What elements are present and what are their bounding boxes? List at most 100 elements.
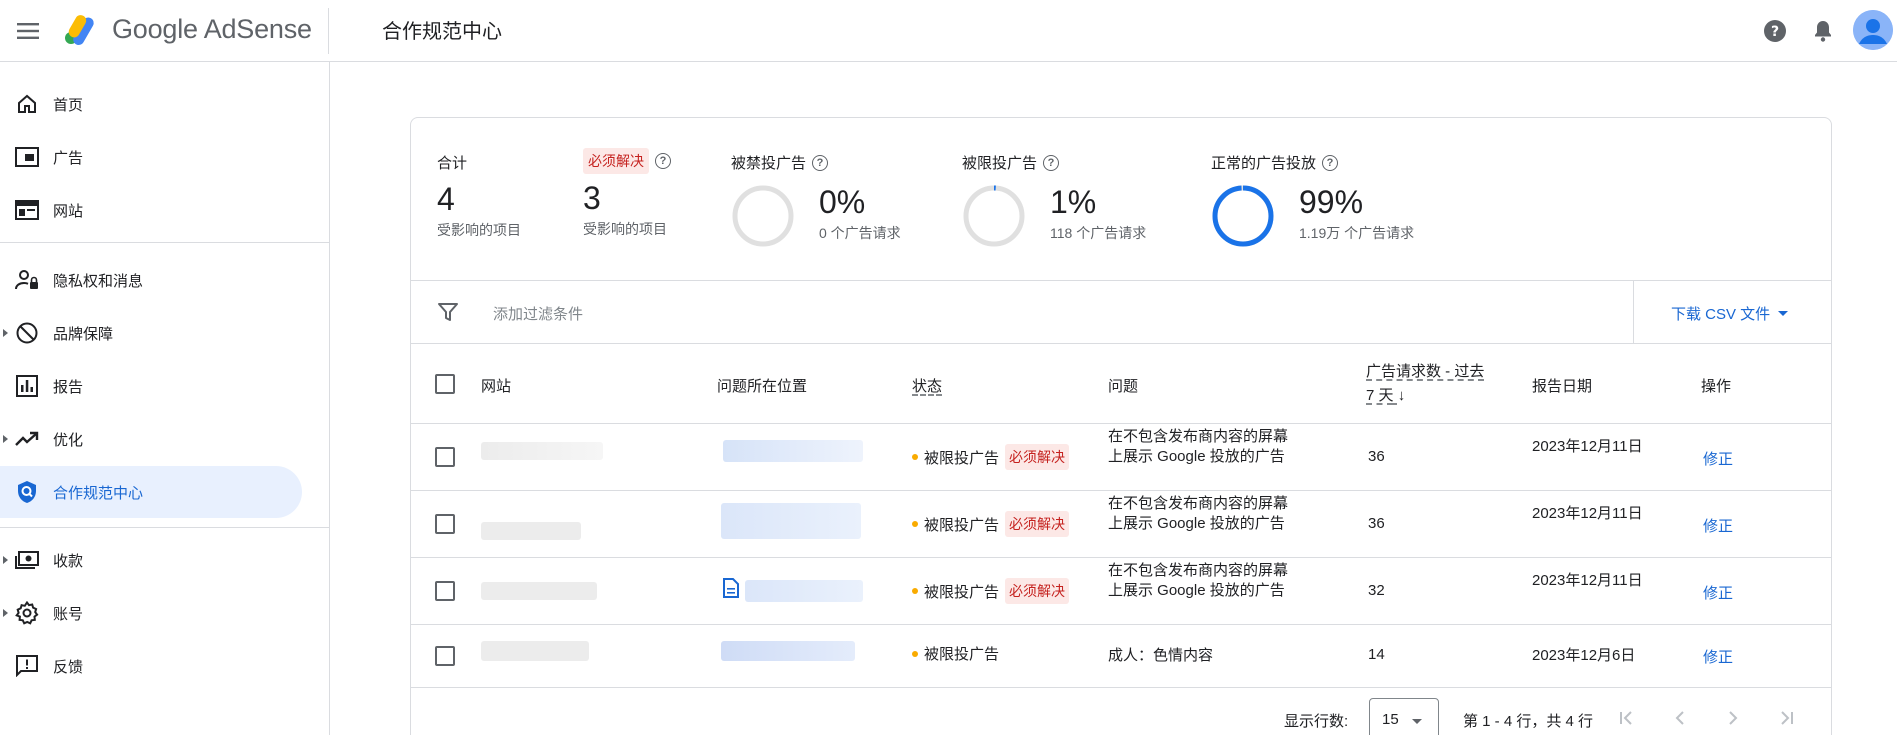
first-page-icon[interactable] (1613, 704, 1641, 732)
redacted-site (481, 641, 589, 661)
notification-bell-icon[interactable] (1807, 15, 1839, 47)
warning-dot-icon (912, 588, 918, 594)
header-status[interactable]: 状态 (912, 375, 942, 396)
row-checkbox[interactable] (435, 646, 455, 666)
add-filter-input[interactable]: 添加过滤条件 (493, 303, 583, 324)
sidebar-item-label: 广告 (53, 149, 84, 167)
account-avatar[interactable] (1853, 10, 1893, 50)
rows-per-page-label: 显示行数: (1284, 713, 1349, 730)
must-fix-badge: 必须解决 (1005, 444, 1070, 470)
next-page-icon[interactable] (1719, 704, 1747, 732)
summary-normal-sub: 1.19万 个广告请求 (1299, 225, 1415, 241)
redacted-location-link[interactable] (721, 641, 855, 661)
adsense-logo-icon[interactable] (62, 10, 102, 50)
brand-product: AdSense (203, 14, 312, 44)
expand-caret-icon (3, 609, 8, 617)
previous-page-icon[interactable] (1666, 704, 1694, 732)
sidebar-item-sites[interactable]: 网站 (0, 184, 302, 236)
table-row[interactable]: 被限投广告 必须解决 在不包含发布商内容的屏幕上展示 Google 投放的广告 … (411, 491, 1831, 558)
sidebar-item-privacy[interactable]: 隐私权和消息 (0, 254, 302, 306)
fix-link[interactable]: 修正 (1703, 646, 1733, 667)
sidebar-item-label: 优化 (53, 431, 84, 449)
help-icon[interactable]: ? (1759, 15, 1791, 47)
warning-dot-icon (912, 650, 918, 657)
last-page-icon[interactable] (1772, 704, 1800, 732)
sidebar-item-optimize[interactable]: 优化 (0, 413, 302, 465)
header-divider (328, 8, 329, 54)
row-checkbox[interactable] (435, 581, 455, 601)
filter-icon[interactable] (437, 301, 459, 328)
status-text: 被限投广告 (924, 583, 1000, 601)
sidebar-item-label: 隐私权和消息 (53, 272, 144, 290)
table-header: 网站 问题所在位置 状态 问题 广告请求数 - 过去 7 天 ↓ 报告日期 操作 (411, 344, 1831, 424)
must-fix-badge: 必须解决 (583, 148, 649, 174)
sidebar-item-brand-safety[interactable]: 品牌保障 (0, 307, 302, 359)
status-cell: 被限投广告 必须解决 (912, 444, 1070, 470)
normal-progress-ring (1212, 185, 1274, 247)
fix-link[interactable]: 修正 (1703, 448, 1733, 469)
table-row[interactable]: 被限投广告 必须解决 在不包含发布商内容的屏幕上展示 Google 投放的广告 … (411, 558, 1831, 625)
report-icon (14, 373, 40, 399)
sidebar-divider (0, 527, 330, 528)
sidebar-item-label: 收款 (53, 552, 84, 570)
fix-link[interactable]: 修正 (1703, 515, 1733, 536)
summary-banned-sub: 0 个广告请求 (819, 225, 901, 241)
sidebar-item-account[interactable]: 账号 (0, 587, 302, 639)
summary-must-fix-sub: 受影响的项目 (583, 221, 667, 237)
must-fix-badge: 必须解决 (1005, 578, 1070, 604)
rows-per-page-select[interactable]: 15 (1369, 698, 1439, 735)
menu-icon[interactable] (14, 17, 42, 45)
header-date[interactable]: 报告日期 (1532, 375, 1592, 396)
summary-normal-values: 99% 1.19万 个广告请求 (1299, 184, 1414, 243)
help-circle-icon[interactable]: ? (1043, 154, 1060, 171)
header-site[interactable]: 网站 (481, 375, 511, 396)
download-csv-label: 下载 CSV 文件 (1671, 306, 1771, 323)
sidebar-item-label: 网站 (53, 202, 84, 220)
table-row[interactable]: 被限投广告 成人：色情内容 14 2023年12月6日 修正 (411, 625, 1831, 688)
help-circle-icon[interactable]: ? (812, 154, 829, 171)
brand-name[interactable]: Google AdSense (112, 14, 312, 45)
row-checkbox[interactable] (435, 447, 455, 467)
report-date: 2023年12月6日 (1532, 647, 1636, 664)
header-location[interactable]: 问题所在位置 (717, 375, 807, 396)
header-issue[interactable]: 问题 (1108, 375, 1138, 396)
download-csv-button[interactable]: 下载 CSV 文件 (1671, 303, 1789, 324)
redacted-site (481, 442, 603, 460)
sidebar-item-label: 账号 (53, 605, 84, 623)
sidebar-item-feedback[interactable]: 反馈 (0, 640, 302, 692)
sidebar-item-ads[interactable]: 广告 (0, 131, 302, 183)
filter-bar: 添加过滤条件 下载 CSV 文件 (411, 280, 1831, 344)
sidebar-item-home[interactable]: 首页 (0, 78, 302, 130)
table-row[interactable]: 被限投广告 必须解决 在不包含发布商内容的屏幕上展示 Google 投放的广告 … (411, 424, 1831, 491)
warning-dot-icon (912, 454, 918, 460)
requests-value: 36 (1368, 448, 1385, 465)
sidebar-item-label: 反馈 (53, 658, 84, 676)
fix-link[interactable]: 修正 (1703, 582, 1733, 603)
summary-must-fix-value: 3 (583, 180, 601, 216)
status-text: 被限投广告 (924, 516, 1000, 534)
status-cell: 被限投广告 (912, 643, 999, 664)
header-action: 操作 (1701, 378, 1732, 395)
summary-banned-values: 0% 0 个广告请求 (819, 184, 901, 243)
policy-issues-card: 合计 4 受影响的项目 必须解决 ? 3 受影响的项目 被禁投广告 ? 0% 0… (410, 117, 1832, 735)
redacted-location-link[interactable] (745, 580, 863, 602)
sidebar-item-policy-center[interactable]: 合作规范中心 (0, 466, 302, 518)
row-checkbox[interactable] (435, 514, 455, 534)
sidebar-item-reports[interactable]: 报告 (0, 360, 302, 412)
sidebar-item-payments[interactable]: 收款 (0, 534, 302, 586)
redacted-location-link[interactable] (721, 503, 861, 539)
summary-restricted: 被限投广告 ? (962, 152, 1060, 173)
help-circle-icon[interactable]: ? (1322, 154, 1339, 171)
block-icon (14, 320, 40, 346)
report-date: 2023年12月11日 (1532, 572, 1643, 589)
requests-value: 32 (1368, 582, 1385, 599)
summary-total: 合计 4 受影响的项目 (437, 152, 521, 240)
page-range-text: 第 1 - 4 行，共 4 行 (1463, 713, 1594, 730)
status-cell: 被限投广告 必须解决 (912, 511, 1070, 537)
select-all-checkbox[interactable] (435, 374, 455, 394)
summary-banned-label: 被禁投广告 (731, 155, 807, 172)
header-requests[interactable]: 广告请求数 - 过去 7 天 ↓ (1366, 360, 1494, 408)
help-circle-icon[interactable]: ? (655, 153, 671, 169)
redacted-location-link[interactable] (723, 440, 863, 462)
document-icon (723, 578, 739, 603)
